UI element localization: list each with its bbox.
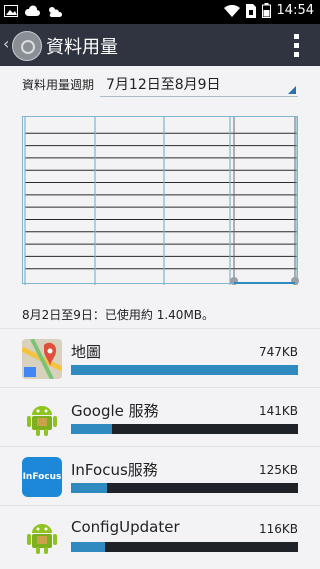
back-chevron-icon[interactable]: ‹ bbox=[3, 34, 9, 53]
usage-chart-grid bbox=[24, 117, 299, 285]
cloud-icon bbox=[24, 5, 40, 16]
app-name: InFocus服務 bbox=[71, 461, 158, 479]
app-usage-list: 地圖 747KB Google 服務 141KB InFocus InFocus服務 125… bbox=[0, 328, 320, 564]
usage-bar bbox=[71, 424, 298, 434]
notification-icons bbox=[4, 4, 62, 18]
overflow-menu-icon[interactable] bbox=[294, 34, 300, 57]
image-icon bbox=[4, 5, 18, 17]
usage-summary: 8月2日至9日：已使用約 1.40MB。 bbox=[22, 308, 215, 322]
action-bar: ‹ 資料用量 bbox=[0, 24, 320, 66]
usage-chart[interactable] bbox=[22, 116, 299, 285]
clock: 14:54 bbox=[276, 3, 314, 18]
usage-bar bbox=[71, 365, 298, 375]
app-usage-size: 125KB bbox=[258, 463, 298, 477]
maps-icon bbox=[22, 339, 62, 379]
app-usage-size: 141KB bbox=[258, 404, 298, 418]
usage-bar-fill bbox=[71, 424, 112, 434]
infocus-icon: InFocus bbox=[22, 457, 62, 497]
app-row[interactable]: 地圖 747KB bbox=[0, 328, 320, 387]
app-name: Google 服務 bbox=[71, 402, 159, 420]
dropdown-caret-icon bbox=[288, 86, 296, 94]
cycle-value: 7月12日至8月9日 bbox=[106, 77, 221, 93]
app-name: 地圖 bbox=[71, 343, 102, 361]
data-usage-cycle-row: 資料用量週期 7月12日至8月9日 bbox=[0, 66, 320, 102]
app-name: ConfigUpdater bbox=[71, 518, 180, 536]
usage-bar-fill bbox=[71, 542, 106, 552]
system-icons: 14:54 bbox=[223, 3, 314, 18]
android-icon bbox=[22, 398, 62, 438]
settings-gear-icon[interactable] bbox=[12, 31, 42, 61]
app-usage-size: 116KB bbox=[258, 522, 298, 536]
sim-icon bbox=[245, 3, 256, 18]
app-row[interactable]: InFocus InFocus服務 125KB bbox=[0, 446, 320, 505]
usage-bar-fill bbox=[71, 483, 108, 493]
usage-bar bbox=[71, 542, 298, 552]
android-icon bbox=[22, 516, 62, 556]
status-bar: 14:54 bbox=[0, 0, 320, 24]
app-usage-size: 747KB bbox=[258, 345, 298, 359]
cycle-label: 資料用量週期 bbox=[22, 78, 95, 92]
app-row[interactable]: Google 服務 141KB bbox=[0, 387, 320, 446]
weather-icon bbox=[49, 7, 62, 17]
app-row[interactable]: ConfigUpdater 116KB bbox=[0, 505, 320, 564]
usage-bar-fill bbox=[71, 365, 298, 375]
usage-bar bbox=[71, 483, 298, 493]
battery-icon bbox=[261, 3, 271, 18]
wifi-icon bbox=[223, 4, 240, 17]
page-title: 資料用量 bbox=[46, 37, 118, 58]
cycle-dropdown[interactable]: 7月12日至8月9日 bbox=[100, 72, 298, 97]
